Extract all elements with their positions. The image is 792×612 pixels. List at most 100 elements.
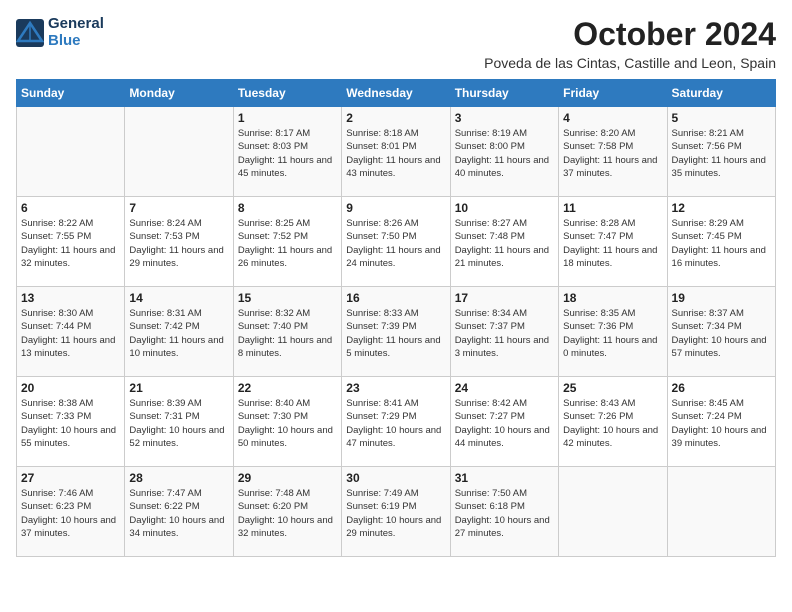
header-row: SundayMondayTuesdayWednesdayThursdayFrid… [17, 80, 776, 107]
cell-details: Sunrise: 8:17 AM Sunset: 8:03 PM Dayligh… [238, 127, 337, 180]
calendar-cell: 11Sunrise: 8:28 AM Sunset: 7:47 PM Dayli… [559, 197, 667, 287]
calendar-cell: 26 Sunrise: 8:45 AM Sunset: 7:24 PM Dayli… [667, 377, 775, 467]
day-number: 18 [563, 291, 662, 305]
cell-details: Sunrise: 8:45 AM Sunset: 7:24 PM Dayligh… [672, 397, 771, 450]
calendar-cell: 3 Sunrise: 8:19 AM Sunset: 8:00 PM Daylig… [450, 107, 558, 197]
weekday-header: Wednesday [342, 80, 450, 107]
cell-details: Sunrise: 8:32 AM Sunset: 7:40 PM Dayligh… [238, 307, 337, 360]
calendar-cell: 5Sunrise: 8:21 AM Sunset: 7:56 PM Daylig… [667, 107, 775, 197]
cell-details: Sunrise: 8:39 AM Sunset: 7:31 PM Dayligh… [129, 397, 228, 450]
day-number: 19 [672, 291, 771, 305]
cell-details: Sunrise: 8:43 AM Sunset: 7:26 PM Dayligh… [563, 397, 662, 450]
calendar-week-row: 13 Sunrise: 8:30 AM Sunset: 7:44 PM Dayli… [17, 287, 776, 377]
calendar-cell: 30 Sunrise: 7:49 AM Sunset: 6:19 PM Dayli… [342, 467, 450, 557]
calendar-cell: 23 Sunrise: 8:41 AM Sunset: 7:29 PM Dayli… [342, 377, 450, 467]
month-title: October 2024 [484, 16, 776, 53]
calendar-cell: 28 Sunrise: 7:47 AM Sunset: 6:22 PM Dayli… [125, 467, 233, 557]
calendar-cell: 13 Sunrise: 8:30 AM Sunset: 7:44 PM Dayli… [17, 287, 125, 377]
weekday-header: Thursday [450, 80, 558, 107]
calendar-cell: 14 Sunrise: 8:31 AM Sunset: 7:42 PM Dayli… [125, 287, 233, 377]
calendar-cell [559, 467, 667, 557]
day-number: 28 [129, 471, 228, 485]
day-number: 26 [672, 381, 771, 395]
weekday-header: Tuesday [233, 80, 341, 107]
day-number: 17 [455, 291, 554, 305]
cell-details: Sunrise: 8:41 AM Sunset: 7:29 PM Dayligh… [346, 397, 445, 450]
day-number: 15 [238, 291, 337, 305]
cell-details: Sunrise: 8:31 AM Sunset: 7:42 PM Dayligh… [129, 307, 228, 360]
calendar-cell [17, 107, 125, 197]
calendar-table: SundayMondayTuesdayWednesdayThursdayFrid… [16, 79, 776, 557]
cell-details: Sunrise: 8:24 AM Sunset: 7:53 PM Dayligh… [129, 217, 228, 270]
cell-details: Sunrise: 8:37 AM Sunset: 7:34 PM Dayligh… [672, 307, 771, 360]
cell-details: Sunrise: 7:50 AM Sunset: 6:18 PM Dayligh… [455, 487, 554, 540]
calendar-cell: 1 Sunrise: 8:17 AM Sunset: 8:03 PM Daylig… [233, 107, 341, 197]
day-number: 21 [129, 381, 228, 395]
calendar-cell: 4Sunrise: 8:20 AM Sunset: 7:58 PM Daylig… [559, 107, 667, 197]
cell-details: Sunrise: 8:40 AM Sunset: 7:30 PM Dayligh… [238, 397, 337, 450]
cell-details: Sunrise: 7:47 AM Sunset: 6:22 PM Dayligh… [129, 487, 228, 540]
day-number: 2 [346, 111, 445, 125]
cell-details: Sunrise: 7:49 AM Sunset: 6:19 PM Dayligh… [346, 487, 445, 540]
cell-details: Sunrise: 8:22 AM Sunset: 7:55 PM Dayligh… [21, 217, 120, 270]
day-number: 20 [21, 381, 120, 395]
day-number: 12 [672, 201, 771, 215]
day-number: 10 [455, 201, 554, 215]
calendar-cell: 31Sunrise: 7:50 AM Sunset: 6:18 PM Dayli… [450, 467, 558, 557]
day-number: 14 [129, 291, 228, 305]
calendar-week-row: 20 Sunrise: 8:38 AM Sunset: 7:33 PM Dayli… [17, 377, 776, 467]
day-number: 13 [21, 291, 120, 305]
day-number: 24 [455, 381, 554, 395]
weekday-header: Sunday [17, 80, 125, 107]
calendar-week-row: 6 Sunrise: 8:22 AM Sunset: 7:55 PM Daylig… [17, 197, 776, 287]
calendar-cell: 22 Sunrise: 8:40 AM Sunset: 7:30 PM Dayli… [233, 377, 341, 467]
calendar-cell: 16Sunrise: 8:33 AM Sunset: 7:39 PM Dayli… [342, 287, 450, 377]
calendar-cell: 18 Sunrise: 8:35 AM Sunset: 7:36 PM Dayli… [559, 287, 667, 377]
calendar-cell: 17 Sunrise: 8:34 AM Sunset: 7:37 PM Dayli… [450, 287, 558, 377]
cell-details: Sunrise: 8:19 AM Sunset: 8:00 PM Dayligh… [455, 127, 554, 180]
cell-details: Sunrise: 8:18 AM Sunset: 8:01 PM Dayligh… [346, 127, 445, 180]
calendar-cell: 7 Sunrise: 8:24 AM Sunset: 7:53 PM Daylig… [125, 197, 233, 287]
cell-details: Sunrise: 8:34 AM Sunset: 7:37 PM Dayligh… [455, 307, 554, 360]
weekday-header: Saturday [667, 80, 775, 107]
cell-details: Sunrise: 8:38 AM Sunset: 7:33 PM Dayligh… [21, 397, 120, 450]
day-number: 23 [346, 381, 445, 395]
cell-details: Sunrise: 8:21 AM Sunset: 7:56 PM Dayligh… [672, 127, 771, 180]
logo: General Blue [16, 16, 104, 49]
calendar-cell [667, 467, 775, 557]
logo-general: General [48, 16, 104, 33]
calendar-cell: 10 Sunrise: 8:27 AM Sunset: 7:48 PM Dayli… [450, 197, 558, 287]
calendar-cell: 20 Sunrise: 8:38 AM Sunset: 7:33 PM Dayli… [17, 377, 125, 467]
day-number: 27 [21, 471, 120, 485]
calendar-week-row: 1 Sunrise: 8:17 AM Sunset: 8:03 PM Daylig… [17, 107, 776, 197]
day-number: 7 [129, 201, 228, 215]
day-number: 4 [563, 111, 662, 125]
cell-details: Sunrise: 8:35 AM Sunset: 7:36 PM Dayligh… [563, 307, 662, 360]
day-number: 9 [346, 201, 445, 215]
day-number: 6 [21, 201, 120, 215]
day-number: 30 [346, 471, 445, 485]
day-number: 1 [238, 111, 337, 125]
page-header: General Blue October 2024 Poveda de las … [16, 16, 776, 71]
day-number: 22 [238, 381, 337, 395]
calendar-cell: 24Sunrise: 8:42 AM Sunset: 7:27 PM Dayli… [450, 377, 558, 467]
calendar-cell: 29 Sunrise: 7:48 AM Sunset: 6:20 PM Dayli… [233, 467, 341, 557]
day-number: 11 [563, 201, 662, 215]
calendar-cell: 9Sunrise: 8:26 AM Sunset: 7:50 PM Daylig… [342, 197, 450, 287]
calendar-cell: 21 Sunrise: 8:39 AM Sunset: 7:31 PM Dayli… [125, 377, 233, 467]
day-number: 16 [346, 291, 445, 305]
calendar-cell: 27Sunrise: 7:46 AM Sunset: 6:23 PM Dayli… [17, 467, 125, 557]
calendar-cell: 6 Sunrise: 8:22 AM Sunset: 7:55 PM Daylig… [17, 197, 125, 287]
cell-details: Sunrise: 8:30 AM Sunset: 7:44 PM Dayligh… [21, 307, 120, 360]
day-number: 29 [238, 471, 337, 485]
calendar-cell: 8Sunrise: 8:25 AM Sunset: 7:52 PM Daylig… [233, 197, 341, 287]
cell-details: Sunrise: 8:29 AM Sunset: 7:45 PM Dayligh… [672, 217, 771, 270]
cell-details: Sunrise: 8:27 AM Sunset: 7:48 PM Dayligh… [455, 217, 554, 270]
day-number: 3 [455, 111, 554, 125]
calendar-cell: 15 Sunrise: 8:32 AM Sunset: 7:40 PM Dayli… [233, 287, 341, 377]
weekday-header: Monday [125, 80, 233, 107]
calendar-cell [125, 107, 233, 197]
cell-details: Sunrise: 7:48 AM Sunset: 6:20 PM Dayligh… [238, 487, 337, 540]
day-number: 25 [563, 381, 662, 395]
calendar-cell: 2 Sunrise: 8:18 AM Sunset: 8:01 PM Daylig… [342, 107, 450, 197]
